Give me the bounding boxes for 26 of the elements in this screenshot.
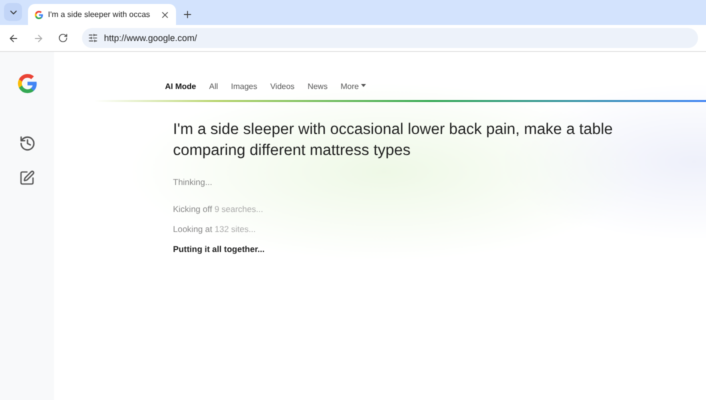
nav-tab[interactable]: News (308, 82, 328, 90)
history-icon[interactable] (18, 135, 36, 152)
nav-tab[interactable]: Images (231, 82, 258, 90)
tab-list-button[interactable] (4, 3, 22, 21)
progress-step: Putting it all together... (173, 244, 265, 254)
url-text: http://www.google.com/ (104, 33, 198, 43)
nav-tab[interactable]: AI Mode (165, 82, 196, 90)
new-tab-icon[interactable] (182, 9, 193, 20)
nav-tab[interactable]: All (209, 82, 218, 90)
edit-icon[interactable] (19, 170, 35, 186)
query-text: I'm a side sleeper with occasional lower back pain, make a table comparing different mattress types (173, 120, 614, 161)
progress-step: Looking at 132 sites... (173, 224, 265, 234)
back-icon[interactable] (8, 32, 19, 44)
address-bar[interactable]: http://www.google.com/ (82, 28, 698, 48)
nav-tab[interactable]: More (340, 82, 366, 90)
tab-title: I'm a side sleeper with occas (48, 10, 152, 19)
site-settings-icon[interactable] (88, 33, 98, 43)
nav-tab[interactable]: Videos (270, 82, 295, 90)
caret-icon (360, 84, 366, 88)
reload-icon[interactable] (58, 33, 68, 43)
google-favicon-icon (34, 10, 44, 20)
status-text: Thinking... (173, 177, 212, 187)
browser-tab[interactable]: I'm a side sleeper with occas (28, 4, 176, 25)
close-icon[interactable] (160, 10, 170, 20)
progress-step: Kicking off 9 searches... (173, 204, 265, 214)
google-logo-icon (16, 72, 38, 95)
